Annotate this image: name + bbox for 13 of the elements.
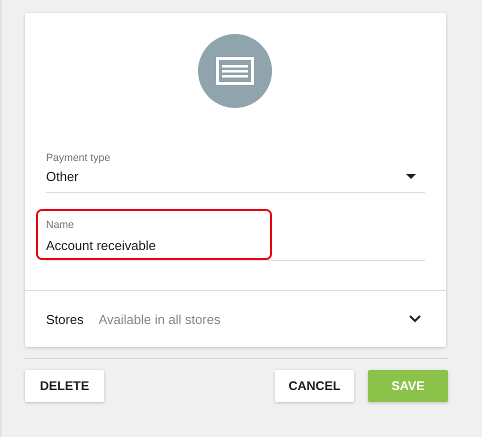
dropdown-caret-icon (406, 174, 416, 179)
field-value: Account receivable (46, 238, 157, 253)
payment-type-dropdown[interactable]: Payment type Other (46, 152, 425, 193)
document-icon (198, 34, 272, 108)
field-label: Payment type (46, 152, 112, 164)
name-field[interactable]: Name Account receivable (46, 219, 425, 261)
field-label: Name (46, 219, 76, 231)
stores-label: Stores (46, 312, 84, 326)
action-button[interactable]: DELETE (25, 370, 104, 402)
stores-row[interactable]: Stores Available in all stores (25, 290, 446, 347)
action-button[interactable]: CANCEL (275, 370, 354, 402)
stores-value: Available in all stores (98, 312, 222, 326)
field-value: Other (46, 169, 79, 184)
